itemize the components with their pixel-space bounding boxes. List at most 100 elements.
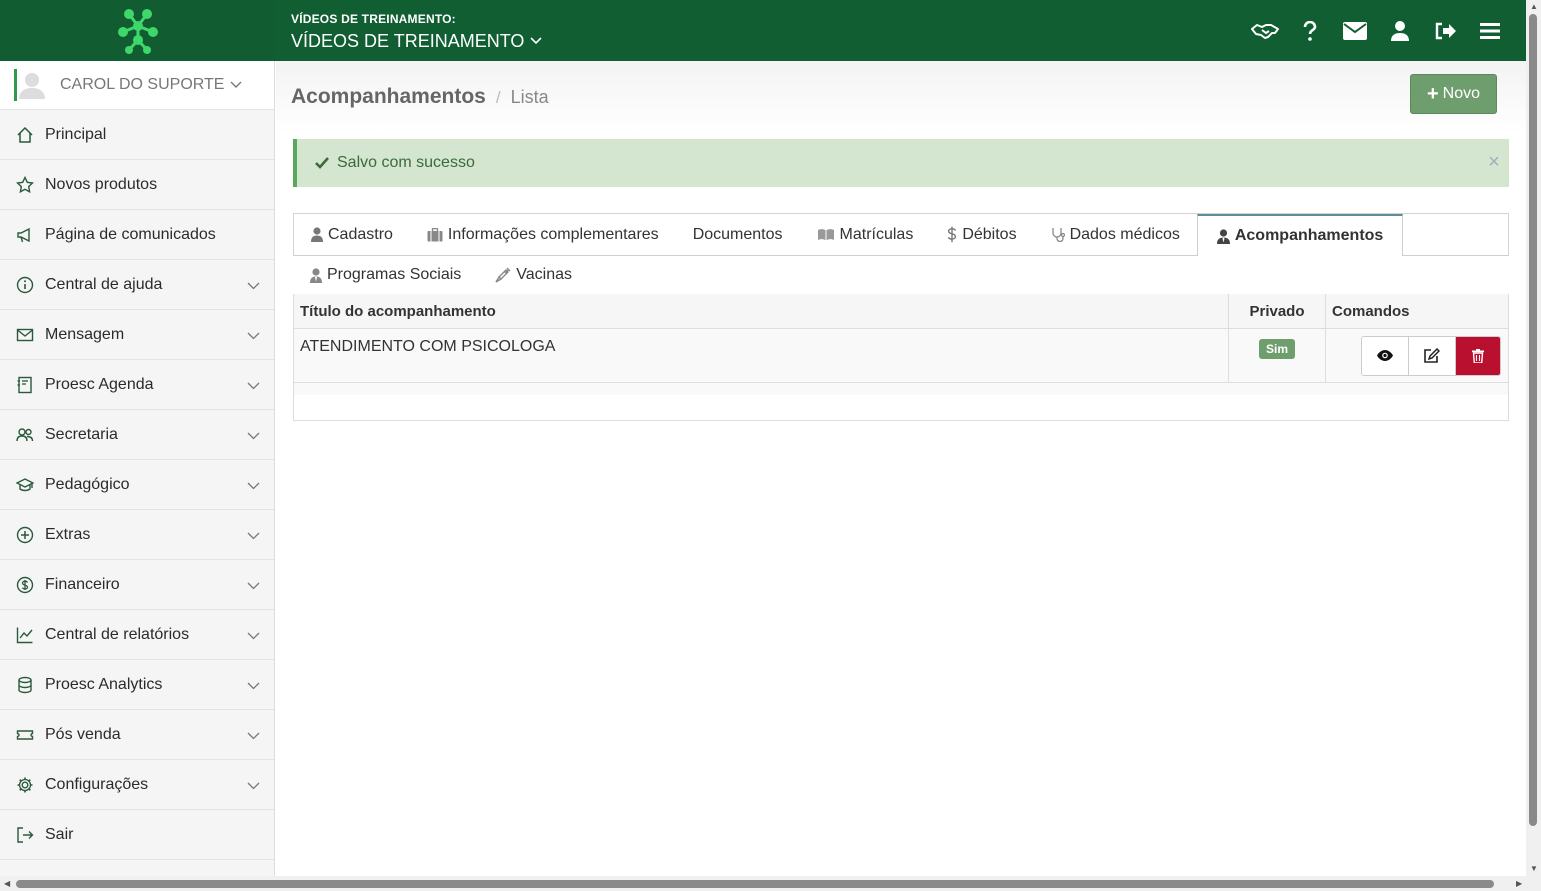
mail-button[interactable] [1332,11,1377,51]
check-icon [315,157,329,169]
sidebar-item-configuracoes[interactable]: Configurações [0,760,274,810]
top-bar: VÍDEOS DE TREINAMENTO: VÍDEOS DE TREINAM… [0,0,1526,61]
tab-vacinas[interactable]: Vacinas [478,266,589,284]
new-button[interactable]: + Novo [1410,74,1497,114]
column-header-title[interactable]: Título do acompanhamento [294,294,1229,328]
tab-debitos[interactable]: Débitos [930,214,1033,255]
sidebar-item-label: Secretaria [45,425,118,443]
logo[interactable] [0,0,275,61]
logout-button[interactable] [1422,11,1467,51]
tab-informacoes-complementares[interactable]: Informações complementares [410,214,676,255]
sidebar-item-sair[interactable]: Sair [0,810,274,860]
megaphone-icon [16,226,34,244]
handshake-icon [1250,23,1279,39]
column-header-private[interactable]: Privado [1229,294,1326,328]
dollar-icon [947,226,957,243]
envelope-icon [16,326,34,344]
graduation-icon [16,476,34,494]
help-button[interactable] [1287,11,1332,51]
chevron-down-icon [247,477,260,495]
book-icon [817,228,835,241]
chevron-down-icon [530,36,542,44]
vertical-scroll-thumb[interactable] [1529,14,1537,826]
sidebar-item-proesc-analytics[interactable]: Proesc Analytics [0,660,274,710]
new-button-label: Novo [1442,85,1481,102]
sidebar-item-label: Proesc Agenda [45,375,154,393]
sidebar-item-pos-venda[interactable]: Pós venda [0,710,274,760]
chevron-down-icon [247,627,260,645]
sidebar-item-financeiro[interactable]: Financeiro [0,560,274,610]
gear-icon [16,776,34,794]
avatar-icon [19,73,45,99]
briefcase-icon [427,227,443,242]
sidebar-item-label: Proesc Analytics [45,675,163,693]
sidebar-item-extras[interactable]: Extras [0,510,274,560]
edit-icon [1424,348,1440,363]
private-badge: Sim [1258,339,1295,359]
sidebar-item-label: Página de comunicados [45,225,216,243]
sidebar-item-mensagem[interactable]: Mensagem [0,310,274,360]
chevron-down-icon [247,327,260,345]
tab-acompanhamentos[interactable]: Acompanhamentos [1196,214,1404,256]
sidebar-item-label: Principal [45,125,107,143]
scroll-up-icon[interactable]: ▲ [1530,2,1538,11]
vertical-scrollbar[interactable]: ▲ ▼ [1526,0,1541,876]
tab-label: Documentos [692,225,783,243]
success-alert: Salvo com sucesso × [293,139,1509,187]
sidebar-item-pagina-de-comunicados[interactable]: Página de comunicados [0,210,274,260]
sidebar-item-secretaria[interactable]: Secretaria [0,410,274,460]
handshake-button[interactable] [1242,11,1287,51]
chevron-down-icon [247,377,260,395]
tab-programas-sociais[interactable]: Programas Sociais [293,266,478,284]
syringe-icon [495,267,511,283]
menu-button[interactable] [1467,11,1512,51]
tab-dados-medicos[interactable]: Dados médicos [1034,214,1197,255]
tab-label: Acompanhamentos [1234,227,1384,244]
user-name: CAROL DO SUPORTE [60,76,225,93]
breadcrumb-separator: / [495,88,501,107]
scroll-left-icon[interactable]: ◀ [4,879,10,888]
exit-icon [16,826,34,844]
sidebar-item-central-de-relatorios[interactable]: Central de relatórios [0,610,274,660]
tab-documentos[interactable]: Documentos [676,214,800,255]
context-label: VÍDEOS DE TREINAMENTO: [291,11,456,26]
profile-button[interactable] [1377,11,1422,51]
horizontal-scroll-thumb[interactable] [16,880,1494,888]
horizontal-scrollbar[interactable]: ◀ ▶ [0,876,1541,891]
avatar [18,71,46,99]
user-menu[interactable]: CAROL DO SUPORTE [0,61,274,110]
sidebar-item-label: Extras [45,525,91,543]
eye-icon [1377,350,1393,361]
context-selector[interactable]: VÍDEOS DE TREINAMENTO: VÍDEOS DE TREINAM… [291,10,542,52]
tabs: Cadastro Informações complementares Docume… [293,213,1509,294]
close-icon[interactable]: × [1485,151,1503,174]
sidebar-item-principal[interactable]: Principal [0,110,274,160]
table-header: Título do acompanhamento Privado Comando… [294,294,1508,329]
scroll-right-icon[interactable]: ▶ [1516,879,1522,888]
column-header-commands: Comandos [1332,302,1410,320]
sidebar-item-label: Central de relatórios [45,625,190,643]
page-subtitle: Lista [510,87,549,107]
tab-cadastro[interactable]: Cadastro [294,214,410,255]
chevron-down-icon [230,81,242,88]
tab-matriculas[interactable]: Matrículas [800,214,931,255]
sidebar-item-label: Mensagem [45,325,125,343]
sidebar-item-central-de-ajuda[interactable]: Central de ajuda [0,260,274,310]
table-row: ATENDIMENTO COM PSICOLOGA Sim [294,329,1508,383]
edit-button[interactable] [1409,336,1456,375]
chevron-down-icon [247,677,260,695]
sidebar-item-proesc-agenda[interactable]: Proesc Agenda [0,360,274,410]
chevron-down-icon [247,427,260,445]
scroll-down-icon[interactable]: ▼ [1530,864,1538,873]
sidebar-item-label: Financeiro [45,575,120,593]
delete-button[interactable] [1456,336,1500,375]
view-button[interactable] [1362,336,1409,375]
sidebar-item-pedagogico[interactable]: Pedagógico [0,460,274,510]
sidebar: CAROL DO SUPORTE Principal Novos produtos… [0,61,275,876]
users-icon [16,426,34,444]
chevron-down-icon [247,527,260,545]
home-icon [16,126,34,144]
sidebar-item-novos-produtos[interactable]: Novos produtos [0,160,274,210]
alert-message: Salvo com sucesso [337,154,475,171]
tab-label: Informações complementares [447,225,659,243]
